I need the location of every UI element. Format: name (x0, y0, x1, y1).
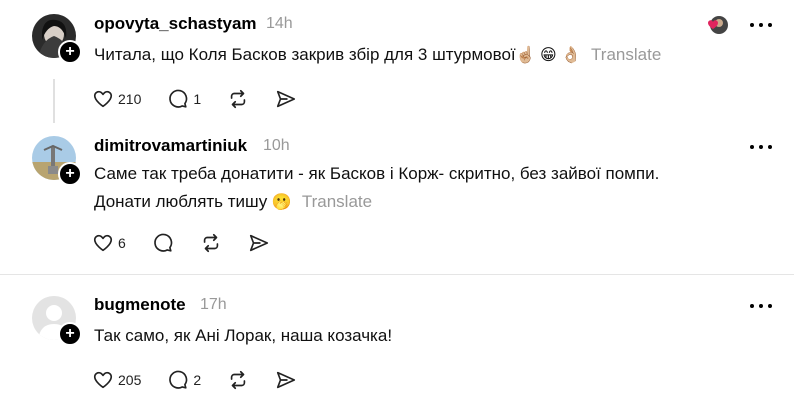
post-body: Саме так треба донатити - як Басков і Ко… (94, 160, 659, 217)
post-text: Читала, що Коля Басков закрив збір для 3… (94, 45, 516, 64)
translate-link[interactable]: Translate (591, 45, 661, 64)
liked-by-avatar[interactable] (706, 14, 728, 36)
post-actions: 6 (92, 229, 296, 257)
more-options-button[interactable] (750, 20, 772, 30)
follow-plus-button[interactable]: + (58, 40, 82, 64)
post-text: Так само, як Ані Лорак, наша козачка! (94, 326, 393, 345)
post-divider (0, 274, 794, 275)
post-time: 10h (263, 137, 290, 154)
repost-button[interactable] (227, 88, 249, 110)
like-button[interactable]: 205 (92, 369, 141, 391)
like-count: 210 (118, 91, 142, 107)
like-button[interactable]: 210 (92, 88, 141, 110)
repost-button[interactable] (200, 232, 222, 254)
more-options-button[interactable] (750, 142, 772, 152)
send-icon (277, 371, 296, 389)
avatar-wrap[interactable]: + (32, 296, 82, 346)
comment-icon (169, 370, 188, 389)
post-time: 14h (266, 15, 293, 32)
like-count: 6 (118, 235, 126, 251)
follow-plus-button[interactable]: + (58, 322, 82, 346)
thread-line (53, 79, 55, 123)
reply-button[interactable] (152, 232, 174, 254)
share-button[interactable] (275, 369, 297, 391)
username[interactable]: bugmenote (94, 295, 186, 315)
translate-link[interactable]: Translate (302, 192, 372, 211)
reply-count: 1 (193, 91, 202, 107)
reply-count: 2 (193, 372, 202, 388)
like-button[interactable]: 6 (92, 232, 126, 254)
post-text-line-2: Донати люблять тишу (94, 192, 268, 211)
heart-icon (93, 371, 113, 389)
like-count: 205 (118, 372, 142, 388)
reply-button[interactable]: 2 (167, 369, 201, 391)
post-body: Читала, що Коля Басков закрив збір для 3… (94, 41, 661, 70)
post-actions: 210 1 (92, 85, 323, 113)
reply-button[interactable]: 1 (167, 88, 201, 110)
post-body: Так само, як Ані Лорак, наша козачка! (94, 322, 392, 350)
post-actions: 205 2 (92, 366, 323, 394)
repost-icon (230, 89, 246, 109)
username[interactable]: opovyta_schastyam (94, 14, 257, 34)
heart-icon (93, 234, 113, 252)
send-icon (249, 234, 268, 252)
username[interactable]: dimitrovamartiniuk (94, 136, 247, 156)
more-options-button[interactable] (750, 301, 772, 311)
post-text-line-1: Саме так треба донатити - як Басков і Ко… (94, 164, 660, 183)
repost-button[interactable] (227, 369, 249, 391)
comment-icon (169, 89, 188, 108)
post-emojis: ☝🏼 😁 👌🏼 (515, 47, 582, 64)
repost-icon (203, 233, 219, 253)
avatar-wrap[interactable]: + (32, 14, 82, 64)
send-icon (277, 90, 296, 108)
share-button[interactable] (275, 88, 297, 110)
comment-icon (154, 233, 173, 252)
post-time: 17h (200, 296, 227, 313)
follow-plus-button[interactable]: + (58, 162, 82, 186)
post-emojis: 🫢 (271, 194, 292, 211)
heart-icon (93, 90, 113, 108)
repost-icon (230, 370, 246, 390)
avatar-wrap[interactable]: + (32, 136, 82, 186)
share-button[interactable] (248, 232, 270, 254)
